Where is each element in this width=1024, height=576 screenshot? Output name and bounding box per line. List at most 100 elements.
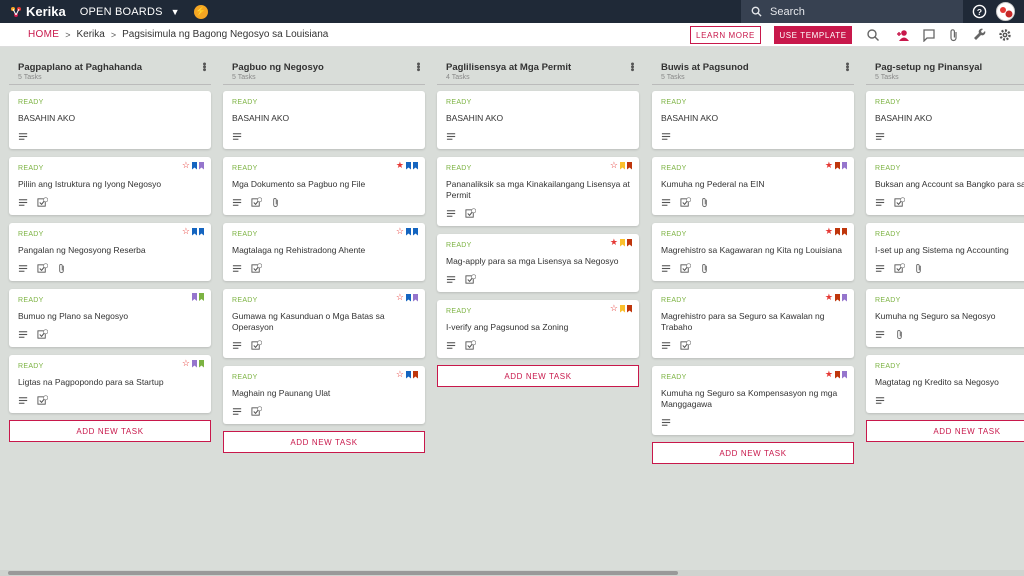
- tag-bookmark-icon: [413, 227, 418, 236]
- priority-star-icon[interactable]: ☆: [396, 370, 404, 379]
- task-card[interactable]: READY I-verify ang Pagsunod sa Zoning ☆: [437, 300, 639, 358]
- attachment-icon: [59, 264, 64, 274]
- user-avatar[interactable]: [996, 2, 1015, 21]
- task-status: READY: [661, 99, 687, 106]
- add-new-task-button[interactable]: ADD NEW TASK: [437, 365, 639, 387]
- scrollbar-thumb[interactable]: [8, 571, 678, 575]
- task-card[interactable]: READY Gumawa ng Kasunduan o Mga Batas sa …: [223, 289, 425, 358]
- chat-icon[interactable]: [922, 28, 936, 42]
- column-title[interactable]: Pagpaplano at Paghahanda: [18, 59, 211, 73]
- column-header: Pagpaplano at Paghahanda 5 Tasks •••: [9, 59, 211, 85]
- priority-star-icon[interactable]: ☆: [182, 359, 190, 368]
- column-title[interactable]: Pag-setup ng Pinansyal: [875, 59, 1024, 73]
- task-card[interactable]: READY Magtalaga ng Rehistradong Ahente ☆: [223, 223, 425, 281]
- task-title: Magrehistro sa Kagawaran ng Kita ng Loui…: [661, 245, 842, 255]
- task-card[interactable]: READY Ligtas na Pagpopondo para sa Startu…: [9, 355, 211, 413]
- task-card[interactable]: READY Kumuha ng Seguro sa Kompensasyon ng…: [652, 366, 854, 435]
- add-new-task-button[interactable]: ADD NEW TASK: [652, 442, 854, 464]
- task-card[interactable]: READY Mag-apply para sa mga Lisensya sa N…: [437, 234, 639, 292]
- lightning-icon[interactable]: ⚡: [193, 4, 208, 19]
- priority-star-icon[interactable]: ☆: [610, 304, 618, 313]
- search-icon[interactable]: [866, 28, 880, 42]
- task-tags: ☆: [182, 161, 204, 170]
- priority-star-icon[interactable]: ★: [396, 161, 404, 170]
- learn-more-button[interactable]: LEARN MORE: [690, 26, 761, 44]
- priority-star-icon[interactable]: ★: [825, 293, 833, 302]
- search-input[interactable]: Search: [741, 0, 963, 23]
- horizontal-scrollbar[interactable]: [0, 570, 1024, 576]
- more-vertical-icon[interactable]: •••: [841, 62, 853, 71]
- description-icon: [18, 397, 28, 404]
- task-card[interactable]: READY BASAHIN AKO: [437, 91, 639, 149]
- task-card[interactable]: READY Bumuo ng Plano sa Negosyo: [9, 289, 211, 347]
- column-header: Pagbuo ng Negosyo 5 Tasks •••: [223, 59, 425, 85]
- breadcrumb-org[interactable]: Kerika: [76, 29, 104, 40]
- priority-star-icon[interactable]: ☆: [396, 293, 404, 302]
- column-title[interactable]: Paglilisensya at Mga Permit: [446, 59, 639, 73]
- gear-icon[interactable]: [998, 28, 1012, 42]
- priority-star-icon[interactable]: ☆: [182, 227, 190, 236]
- task-card-icons: [875, 329, 1024, 340]
- task-tags: ★: [825, 161, 847, 170]
- task-card-icons: [232, 406, 416, 417]
- add-new-task-button[interactable]: ADD NEW TASK: [866, 420, 1024, 442]
- task-card[interactable]: READY Magrehistro para sa Seguro sa Kawal…: [652, 289, 854, 358]
- task-card[interactable]: READY Buksan ang Account sa Bangko para s…: [866, 157, 1024, 215]
- tag-bookmark-icon: [842, 227, 847, 236]
- priority-star-icon[interactable]: ☆: [182, 161, 190, 170]
- checklist-icon: [251, 340, 262, 350]
- task-card-icons: [232, 131, 416, 142]
- task-card[interactable]: READY BASAHIN AKO: [9, 91, 211, 149]
- tag-bookmark-icon: [627, 161, 632, 170]
- priority-star-icon[interactable]: ★: [825, 161, 833, 170]
- task-card[interactable]: READY Kumuha ng Pederal na EIN ★: [652, 157, 854, 215]
- task-title: Maghain ng Paunang Ulat: [232, 388, 331, 398]
- task-card-icons: [18, 197, 202, 208]
- tag-bookmark-icon: [620, 161, 625, 170]
- description-icon: [18, 199, 28, 206]
- task-card[interactable]: READY Pangalan ng Negosyong Reserba ☆: [9, 223, 211, 281]
- breadcrumb-home[interactable]: HOME: [28, 29, 59, 40]
- task-tags: ★: [610, 238, 632, 247]
- task-card[interactable]: READY BASAHIN AKO: [223, 91, 425, 149]
- task-card-icons: [232, 197, 416, 208]
- task-card[interactable]: READY Magrehistro sa Kagawaran ng Kita ng…: [652, 223, 854, 281]
- task-card-icons: [18, 131, 202, 142]
- wrench-icon[interactable]: [973, 28, 987, 42]
- column-title[interactable]: Buwis at Pagsunod: [661, 59, 854, 73]
- use-template-button[interactable]: USE TEMPLATE: [774, 26, 852, 44]
- attachment-icon[interactable]: [947, 28, 961, 42]
- task-card[interactable]: READY Piliin ang Istruktura ng Iyong Nego…: [9, 157, 211, 215]
- task-card[interactable]: READY Maghain ng Paunang Ulat ☆: [223, 366, 425, 424]
- task-card[interactable]: READY BASAHIN AKO: [866, 91, 1024, 149]
- task-card[interactable]: READY Magtatag ng Kredito sa Negosyo: [866, 355, 1024, 413]
- task-card[interactable]: READY I-set up ang Sistema ng Accounting: [866, 223, 1024, 281]
- help-icon[interactable]: ?: [972, 4, 987, 19]
- priority-star-icon[interactable]: ★: [825, 227, 833, 236]
- open-boards-menu[interactable]: OPEN BOARDS ▼: [80, 6, 180, 18]
- priority-star-icon[interactable]: ★: [610, 238, 618, 247]
- task-card[interactable]: READY Mga Dokumento sa Pagbuo ng File ★: [223, 157, 425, 215]
- add-new-task-button[interactable]: ADD NEW TASK: [223, 431, 425, 453]
- kerika-logo[interactable]: Kerika: [10, 4, 66, 19]
- priority-star-icon[interactable]: ☆: [396, 227, 404, 236]
- task-card[interactable]: READY Pananaliksik sa mga Kinakailangang …: [437, 157, 639, 226]
- priority-star-icon[interactable]: ★: [825, 370, 833, 379]
- column-title[interactable]: Pagbuo ng Negosyo: [232, 59, 425, 73]
- more-vertical-icon[interactable]: •••: [412, 62, 424, 71]
- task-card-icons: [661, 340, 845, 351]
- task-card[interactable]: READY BASAHIN AKO: [652, 91, 854, 149]
- task-status: READY: [18, 165, 44, 172]
- task-status: READY: [18, 231, 44, 238]
- task-status: READY: [661, 231, 687, 238]
- add-user-icon[interactable]: [896, 28, 910, 42]
- task-title: BASAHIN AKO: [232, 113, 290, 123]
- priority-star-icon[interactable]: ☆: [610, 161, 618, 170]
- description-icon: [446, 133, 456, 140]
- task-title: Pangalan ng Negosyong Reserba: [18, 245, 146, 255]
- more-vertical-icon[interactable]: •••: [626, 62, 638, 71]
- task-card[interactable]: READY Kumuha ng Seguro sa Negosyo: [866, 289, 1024, 347]
- more-vertical-icon[interactable]: •••: [198, 62, 210, 71]
- tag-bookmark-icon: [192, 161, 197, 170]
- add-new-task-button[interactable]: ADD NEW TASK: [9, 420, 211, 442]
